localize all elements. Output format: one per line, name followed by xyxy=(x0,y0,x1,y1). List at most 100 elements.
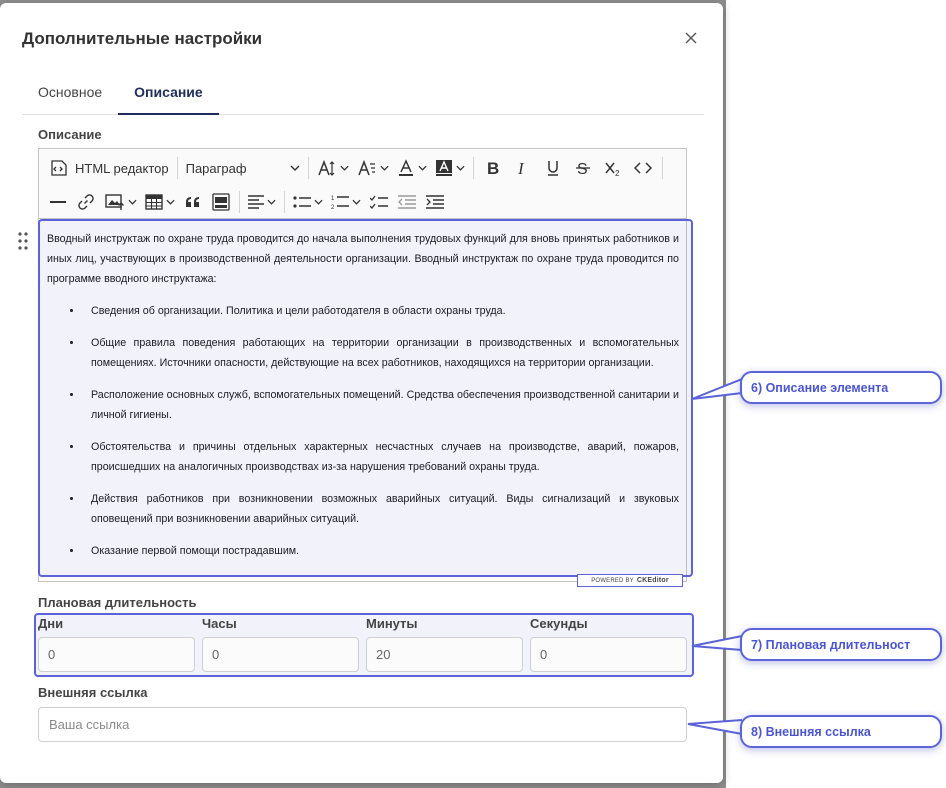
chevron-down-icon xyxy=(290,165,300,171)
seconds-label: Секунды xyxy=(530,616,588,631)
days-label: Дни xyxy=(38,616,64,631)
html-editor-button[interactable]: HTML редактор xyxy=(45,154,173,182)
blockquote-button[interactable] xyxy=(179,188,207,216)
source-code-icon xyxy=(51,160,67,176)
italic-button[interactable]: I xyxy=(508,154,538,182)
alignment-button[interactable] xyxy=(244,188,280,216)
drag-handle-icon[interactable] xyxy=(16,231,30,251)
underline-button[interactable] xyxy=(538,154,568,182)
callout-external-link: 8) Внешняя ссылка xyxy=(740,715,942,748)
chevron-down-icon xyxy=(456,165,465,171)
font-family-button[interactable] xyxy=(353,154,393,182)
tabs: Основное Описание xyxy=(22,71,704,115)
image-upload-icon xyxy=(105,194,124,210)
background-color-icon xyxy=(435,160,452,176)
align-left-icon xyxy=(248,195,264,209)
tab-basic[interactable]: Основное xyxy=(22,71,118,115)
toolbar-divider xyxy=(176,157,178,179)
html-editor-label: HTML редактор xyxy=(75,160,169,176)
close-icon xyxy=(685,32,697,44)
modal-title: Дополнительные настройки xyxy=(22,29,263,48)
strikethrough-button[interactable]: S xyxy=(568,154,598,182)
strikethrough-icon: S xyxy=(575,161,590,177)
link-icon xyxy=(78,194,94,210)
italic-icon: I xyxy=(517,160,525,176)
svg-text:2: 2 xyxy=(331,205,335,210)
callout-pointer xyxy=(687,719,743,735)
font-family-icon xyxy=(357,159,375,176)
chevron-down-icon xyxy=(128,199,137,205)
table-icon xyxy=(145,194,163,210)
minutes-label: Минуты xyxy=(366,616,418,631)
indent-icon xyxy=(426,195,444,209)
chevron-down-icon xyxy=(418,165,427,171)
seconds-input[interactable] xyxy=(530,637,687,672)
code-icon xyxy=(633,162,652,174)
link-button[interactable] xyxy=(71,188,101,216)
font-color-button[interactable] xyxy=(393,154,431,182)
ckeditor-label: CKEditor xyxy=(636,577,669,584)
outdent-button[interactable] xyxy=(393,188,421,216)
quote-icon xyxy=(186,197,199,207)
horizontal-line-button[interactable] xyxy=(45,188,71,216)
media-embed-button[interactable] xyxy=(207,188,235,216)
chevron-down-icon xyxy=(267,199,276,205)
external-link-input[interactable] xyxy=(38,707,687,742)
font-size-button[interactable] xyxy=(313,154,353,182)
editor-toolbar: HTML редактор Параграф B I S 2 1 2 xyxy=(39,149,686,219)
font-size-icon xyxy=(317,159,335,176)
font-color-icon xyxy=(398,159,413,176)
svg-text:2: 2 xyxy=(615,169,620,177)
outdent-icon xyxy=(398,195,416,209)
media-embed-icon xyxy=(212,193,230,211)
bold-icon: B xyxy=(487,160,499,176)
hours-input[interactable] xyxy=(202,637,359,672)
chevron-down-icon xyxy=(380,165,389,171)
chevron-down-icon xyxy=(314,199,323,205)
bulleted-list-button[interactable] xyxy=(289,188,327,216)
external-link-label: Внешняя ссылка xyxy=(38,685,148,700)
toolbar-divider xyxy=(472,157,474,179)
svg-text:S: S xyxy=(577,161,588,177)
callout-duration: 7) Плановая длительност xyxy=(740,628,942,661)
horizontal-line-icon xyxy=(50,201,66,203)
checklist-icon xyxy=(370,195,388,209)
heading-value: Параграф xyxy=(185,160,247,176)
numbered-list-button[interactable]: 12 xyxy=(327,188,365,216)
toolbar-divider xyxy=(307,157,309,179)
description-label: Описание xyxy=(38,127,102,142)
chevron-down-icon xyxy=(166,199,175,205)
ckeditor-badge[interactable]: POWERED BY CKEditor xyxy=(577,574,683,587)
svg-text:B: B xyxy=(487,160,499,176)
background-color-button[interactable] xyxy=(431,154,469,182)
bold-button[interactable]: B xyxy=(478,154,508,182)
insert-table-button[interactable] xyxy=(141,188,179,216)
description-highlight xyxy=(38,219,693,577)
callout-pointer xyxy=(691,635,743,651)
toolbar-divider xyxy=(661,157,663,179)
duration-label: Плановая длительность xyxy=(38,595,197,610)
todo-list-button[interactable] xyxy=(365,188,393,216)
hours-label: Часы xyxy=(202,616,237,631)
minutes-input[interactable] xyxy=(366,637,523,672)
subscript-button[interactable]: 2 xyxy=(598,154,628,182)
numbered-list-icon: 12 xyxy=(331,196,349,210)
svg-text:I: I xyxy=(517,160,525,176)
tab-description[interactable]: Описание xyxy=(118,71,219,115)
insert-image-button[interactable] xyxy=(101,188,141,216)
subscript-icon: 2 xyxy=(605,162,620,177)
bulleted-list-icon xyxy=(293,196,311,208)
indent-button[interactable] xyxy=(421,188,449,216)
underline-icon xyxy=(547,161,558,176)
code-button[interactable] xyxy=(628,154,658,182)
svg-text:1: 1 xyxy=(331,196,335,202)
chevron-down-icon xyxy=(352,199,361,205)
days-input[interactable] xyxy=(38,637,195,672)
callout-pointer xyxy=(691,378,743,400)
chevron-down-icon xyxy=(340,165,349,171)
close-button[interactable] xyxy=(680,27,702,49)
heading-dropdown[interactable]: Параграф xyxy=(182,154,304,182)
toolbar-divider xyxy=(239,191,240,213)
powered-by-label: POWERED BY xyxy=(591,577,634,584)
callout-description: 6) Описание элемента xyxy=(740,371,942,404)
